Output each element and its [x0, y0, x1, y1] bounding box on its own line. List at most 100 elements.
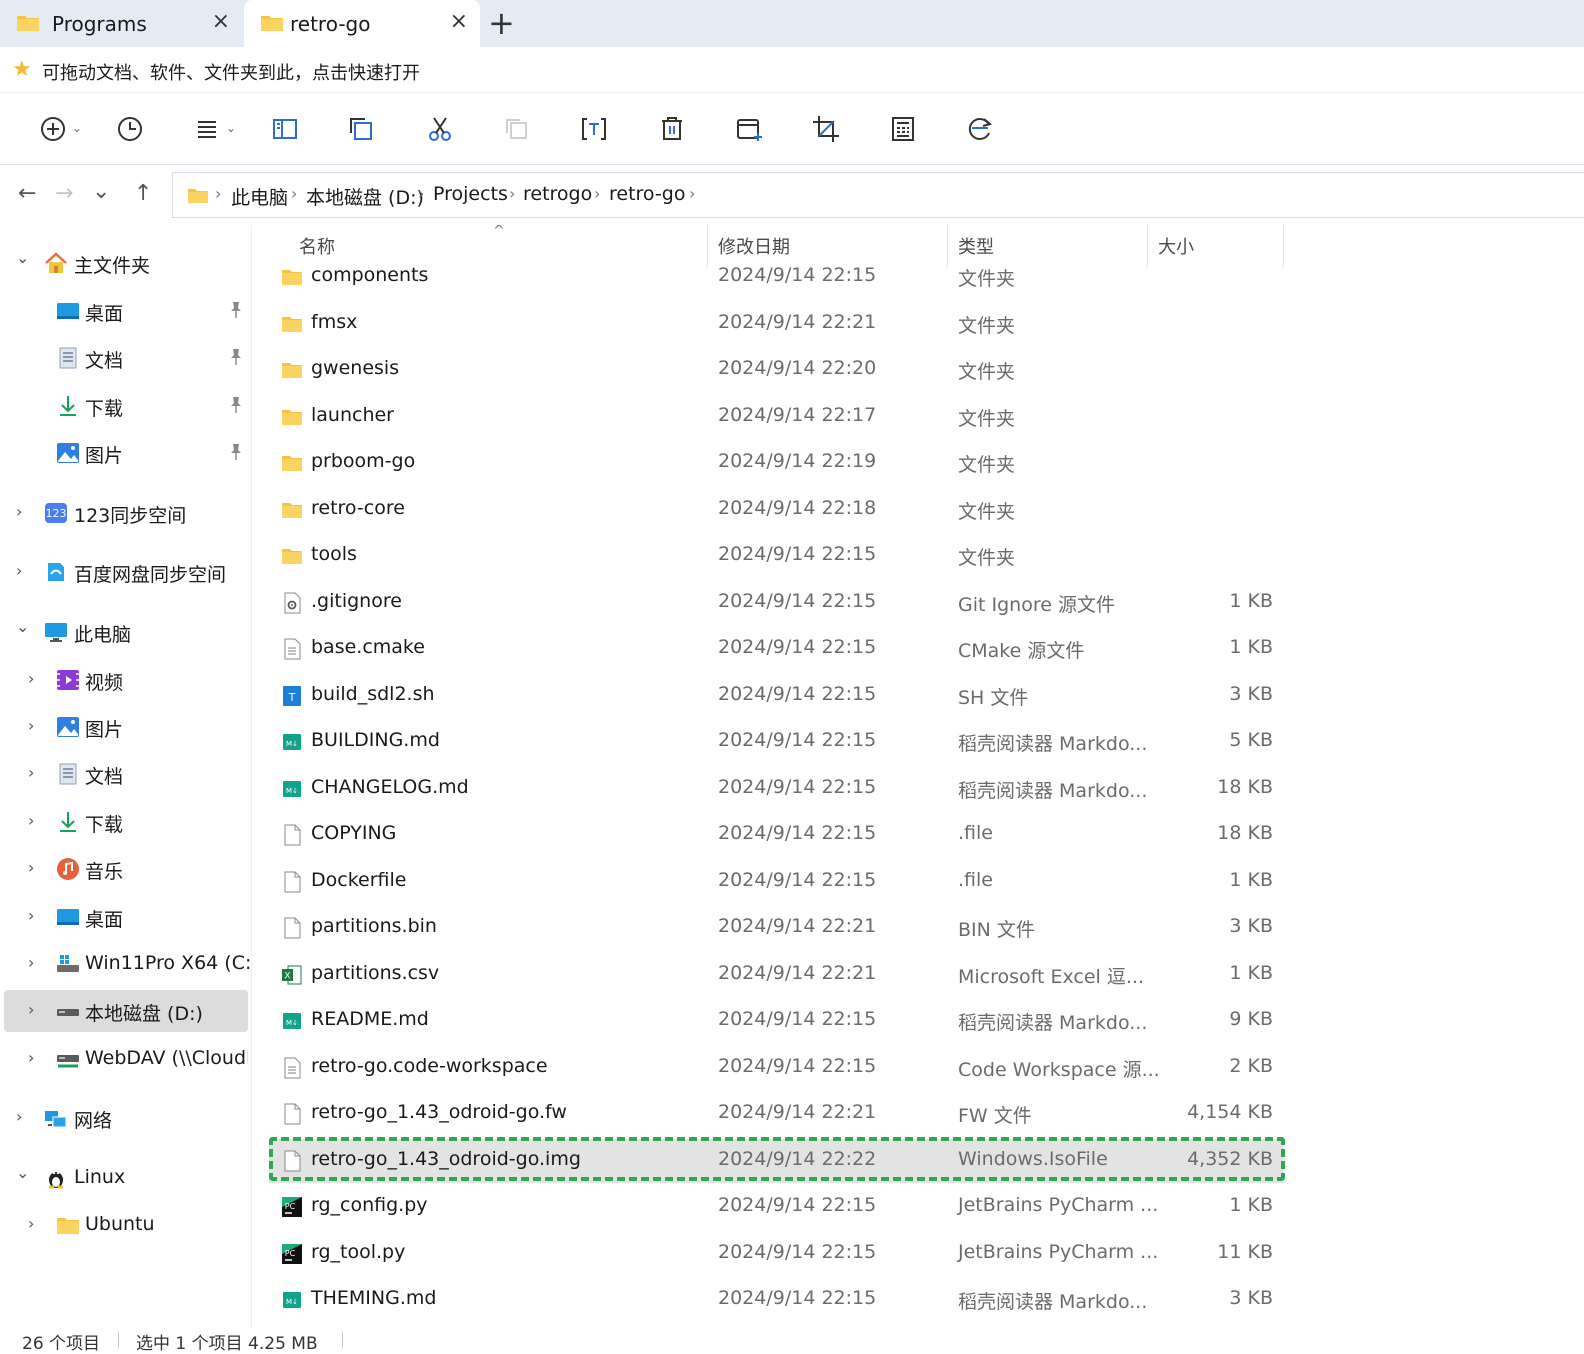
table-row[interactable]: M↓ THEMING.md 2024/9/14 22:15 稻壳阅读器 Markdo.… — [269, 1278, 1283, 1322]
sidebar-item-drive-d[interactable]: › 本地磁盘 (D:) — [4, 990, 248, 1032]
new-icon[interactable] — [36, 111, 72, 147]
table-row[interactable]: retro-go_1.43_odroid-go.img 2024/9/14 22:… — [269, 1138, 1283, 1183]
breadcrumb-item[interactable]: 此电脑 — [231, 183, 288, 210]
table-row[interactable]: M↓ CHANGELOG.md 2024/9/14 22:15 稻壳阅读器 Markd… — [269, 767, 1283, 811]
tab-retro-go[interactable]: retro-go × — [244, 0, 480, 47]
crop-icon[interactable] — [808, 111, 844, 147]
preview-pane-icon[interactable] — [267, 111, 303, 147]
sidebar-item-label: 音乐 — [85, 861, 124, 883]
sidebar-item-ubuntu[interactable]: › Ubuntu — [4, 1204, 248, 1246]
table-row[interactable]: M↓ BUILDING.md 2024/9/14 22:15 稻壳阅读器 Markdo… — [269, 720, 1283, 764]
close-icon[interactable]: × — [212, 9, 230, 34]
sidebar-item-downloads-pc[interactable]: › 下载 — [4, 801, 248, 843]
chevron-right-icon[interactable]: › — [16, 561, 22, 580]
pin-icon[interactable] — [228, 396, 244, 414]
sidebar-item-videos[interactable]: › 视频 — [4, 659, 248, 701]
new-folder-icon[interactable] — [731, 111, 767, 147]
recent-locations-button[interactable]: ⌄ — [92, 179, 110, 204]
calculator-icon[interactable] — [885, 111, 921, 147]
sidebar-item-drive-c[interactable]: › Win11Pro X64 (C:) — [4, 943, 259, 985]
column-divider[interactable] — [1283, 225, 1284, 267]
refresh-icon[interactable] — [962, 111, 998, 147]
sidebar-item-documents[interactable]: 文档 — [4, 337, 248, 379]
table-row[interactable]: Xpartitions.csv 2024/9/14 22:21 Microsoft … — [269, 953, 1283, 997]
chevron-right-icon[interactable]: › — [16, 502, 22, 521]
table-row[interactable]: M↓ README.md 2024/9/14 22:15 稻壳阅读器 Markdo..… — [269, 999, 1283, 1043]
sidebar-item-pictures[interactable]: 图片 — [4, 432, 248, 474]
chevron-right-icon[interactable]: › — [28, 716, 34, 735]
table-row[interactable]: partitions.bin 2024/9/14 22:21 BIN 文件 3 KB — [269, 906, 1283, 950]
table-row[interactable]: retro-go.code-workspace 2024/9/14 22:15 Co… — [269, 1046, 1283, 1090]
table-row[interactable]: components 2024/9/14 22:15 文件夹 — [269, 255, 1283, 299]
sidebar-item-webdav[interactable]: › WebDAV (\\CloudD — [4, 1038, 248, 1080]
paste-icon[interactable] — [499, 111, 535, 147]
table-row[interactable]: Dockerfile 2024/9/14 22:15 .file 1 KB — [269, 860, 1283, 904]
table-row[interactable]: retro-core 2024/9/14 22:18 文件夹 — [269, 488, 1283, 532]
table-row[interactable]: PC rg_config.py 2024/9/14 22:15 JetBrains P… — [269, 1185, 1283, 1229]
breadcrumb-item[interactable]: Projects — [433, 183, 508, 205]
sidebar-item-network[interactable]: › 网络 — [4, 1097, 248, 1139]
chevron-right-icon[interactable]: › — [28, 1214, 34, 1233]
sidebar-item-desktop-pc[interactable]: › 桌面 — [4, 896, 248, 938]
add-tab-button[interactable]: + — [488, 4, 515, 42]
breadcrumb-item[interactable]: retro-go — [609, 183, 685, 205]
pin-icon[interactable] — [228, 348, 244, 366]
status-bar: 26 个项目 选中 1 个项目 4.25 MB — [0, 1329, 1584, 1354]
chevron-right-icon[interactable]: › — [28, 669, 34, 688]
up-button[interactable]: ↑ — [134, 181, 152, 206]
breadcrumb-item[interactable]: 本地磁盘 (D:) — [306, 183, 424, 210]
chevron-right-icon[interactable]: › — [28, 1000, 34, 1019]
table-row[interactable]: Tbuild_sdl2.sh 2024/9/14 22:15 SH 文件 3 KB — [269, 674, 1283, 718]
chevron-down-icon[interactable]: ⌄ — [226, 121, 236, 135]
sidebar-item-documents-pc[interactable]: › 文档 — [4, 753, 248, 795]
table-row[interactable]: retro-go_1.43_odroid-go.fw 2024/9/14 22:2… — [269, 1092, 1283, 1136]
chevron-down-icon[interactable]: ⌄ — [72, 121, 82, 135]
table-row[interactable]: gwenesis 2024/9/14 22:20 文件夹 — [269, 348, 1283, 392]
quick-access-bar[interactable]: ★ 可拖动文档、软件、文件夹到此，点击快速打开 — [0, 47, 1584, 93]
chevron-right-icon[interactable]: › — [28, 1048, 34, 1067]
folder-icon — [261, 16, 283, 31]
view-menu-icon[interactable] — [190, 111, 226, 147]
sidebar-item-home[interactable]: ⌄ 主文件夹 — [4, 242, 248, 284]
back-button[interactable]: ← — [18, 181, 36, 206]
sidebar-item-pictures-pc[interactable]: › 图片 — [4, 706, 248, 748]
table-row[interactable]: .gitignore 2024/9/14 22:15 Git Ignore 源文件 1… — [269, 581, 1283, 625]
sidebar-item-123-sync[interactable]: › 123 123同步空间 — [4, 492, 248, 534]
cut-icon[interactable] — [422, 111, 458, 147]
chevron-down-icon[interactable]: ⌄ — [16, 1163, 29, 1182]
table-row[interactable]: launcher 2024/9/14 22:17 文件夹 — [269, 395, 1283, 439]
sidebar-item-desktop[interactable]: 桌面 — [4, 290, 248, 332]
chevron-right-icon[interactable]: › — [16, 1107, 22, 1126]
table-row[interactable]: fmsx 2024/9/14 22:21 文件夹 — [269, 302, 1283, 346]
pin-icon[interactable] — [228, 301, 244, 319]
delete-icon[interactable] — [654, 111, 690, 147]
file-size: 1 KB — [1229, 589, 1273, 612]
chevron-right-icon[interactable]: › — [28, 906, 34, 925]
sidebar-item-baidu-sync[interactable]: › 百度网盘同步空间 — [4, 551, 248, 593]
sidebar-item-downloads[interactable]: 下载 — [4, 385, 248, 427]
chevron-right-icon[interactable]: › — [28, 858, 34, 877]
chevron-down-icon[interactable]: ⌄ — [16, 617, 29, 636]
table-row[interactable]: tools 2024/9/14 22:15 文件夹 — [269, 534, 1283, 578]
sidebar-item-music[interactable]: › 音乐 — [4, 848, 248, 890]
chevron-right-icon[interactable]: › — [28, 763, 34, 782]
copy-icon[interactable] — [344, 111, 380, 147]
sidebar-item-linux[interactable]: ⌄ Linux — [4, 1157, 248, 1199]
forward-button[interactable]: → — [55, 181, 73, 206]
address-bar[interactable]: › 此电脑 › 本地磁盘 (D:) › Projects › retrogo ›… — [172, 172, 1584, 218]
table-row[interactable]: prboom-go 2024/9/14 22:19 文件夹 — [269, 441, 1283, 485]
chevron-right-icon[interactable]: › — [28, 811, 34, 830]
chevron-down-icon[interactable]: ⌄ — [16, 248, 29, 267]
table-row[interactable]: base.cmake 2024/9/14 22:15 CMake 源文件 1 KB — [269, 627, 1283, 671]
tab-programs[interactable]: Programs × — [0, 0, 242, 47]
breadcrumb-item[interactable]: retrogo — [523, 183, 592, 205]
file-name: retro-go_1.43_odroid-go.img — [311, 1147, 581, 1170]
sidebar-item-this-pc[interactable]: ⌄ 此电脑 — [4, 611, 248, 653]
history-icon[interactable] — [112, 111, 148, 147]
pin-icon[interactable] — [228, 443, 244, 461]
table-row[interactable]: COPYING 2024/9/14 22:15 .file 18 KB — [269, 813, 1283, 857]
chevron-right-icon[interactable]: › — [28, 953, 34, 972]
table-row[interactable]: PC rg_tool.py 2024/9/14 22:15 JetBrains PyC… — [269, 1232, 1283, 1276]
close-icon[interactable]: × — [450, 9, 468, 34]
rename-icon[interactable] — [576, 111, 612, 147]
